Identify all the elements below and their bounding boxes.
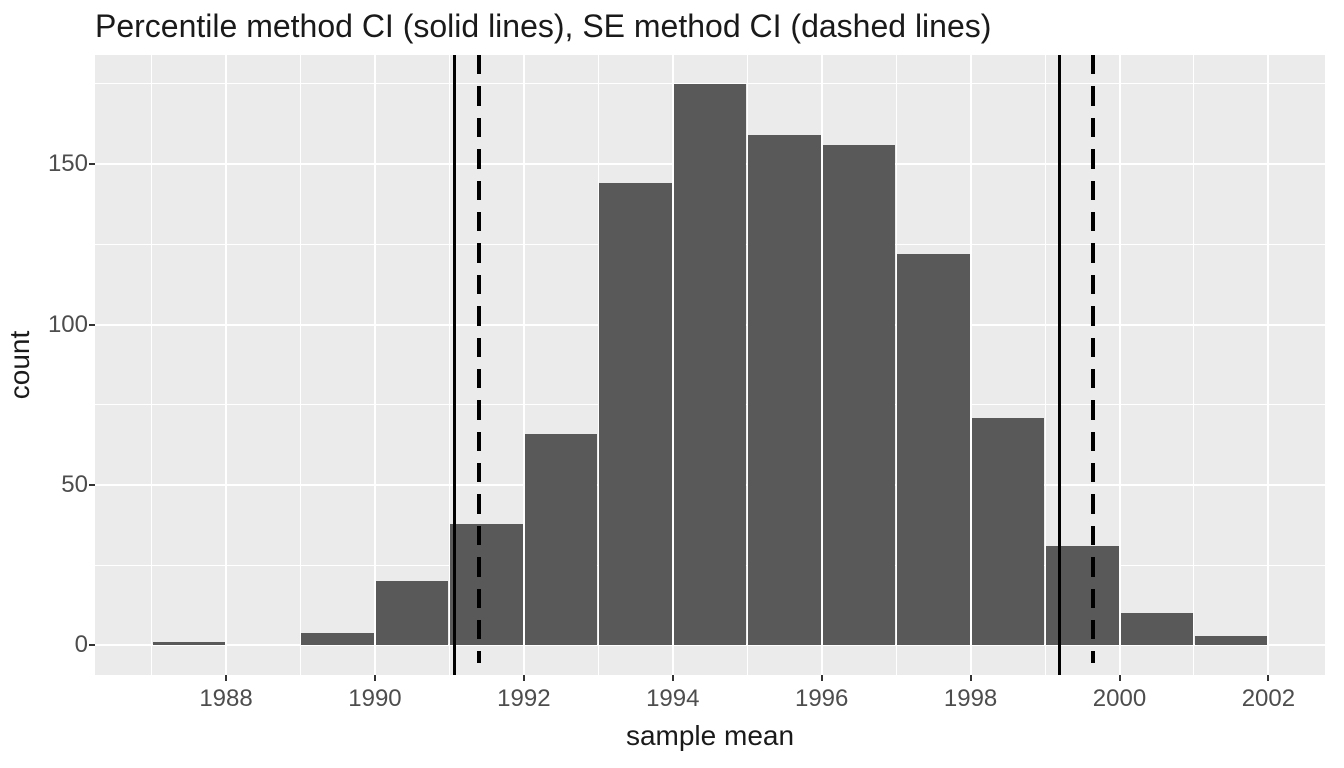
histogram-bar	[1121, 613, 1193, 645]
ci-line-se	[1091, 55, 1095, 675]
chart-title: Percentile method CI (solid lines), SE m…	[95, 8, 991, 45]
x-tick-mark	[821, 675, 823, 681]
y-tick-mark	[89, 163, 95, 165]
x-tick-mark	[970, 675, 972, 681]
gridline-v	[1193, 55, 1194, 675]
chart-container: Percentile method CI (solid lines), SE m…	[0, 0, 1344, 768]
histogram-bar	[897, 254, 969, 646]
histogram-bar	[674, 84, 746, 646]
histogram-bar	[1195, 636, 1267, 646]
histogram-bar	[301, 633, 373, 646]
gridline-v	[225, 55, 227, 675]
y-tick-mark	[89, 484, 95, 486]
x-tick-label: 2002	[1242, 685, 1295, 713]
y-tick-label: 0	[75, 631, 88, 659]
histogram-bar	[972, 418, 1044, 646]
x-tick-label: 1988	[199, 685, 252, 713]
histogram-bar	[376, 581, 448, 645]
ci-line-percentile	[453, 55, 456, 675]
histogram-bar	[823, 145, 895, 646]
y-axis-label: count	[4, 331, 36, 400]
histogram-bar	[525, 434, 597, 646]
x-tick-mark	[374, 675, 376, 681]
ci-line-se	[477, 55, 481, 675]
histogram-bar	[748, 135, 820, 645]
x-tick-mark	[523, 675, 525, 681]
histogram-bar	[599, 183, 671, 645]
x-tick-label: 1996	[795, 685, 848, 713]
plot-panel	[95, 55, 1325, 675]
x-tick-label: 1994	[646, 685, 699, 713]
x-tick-label: 2000	[1093, 685, 1146, 713]
y-tick-label: 150	[48, 150, 88, 178]
x-tick-label: 1990	[348, 685, 401, 713]
y-tick-mark	[89, 644, 95, 646]
y-tick-label: 50	[61, 471, 88, 499]
histogram-bar	[450, 524, 522, 646]
x-tick-label: 1992	[497, 685, 550, 713]
x-tick-mark	[225, 675, 227, 681]
x-axis-label: sample mean	[626, 720, 794, 752]
x-tick-mark	[1119, 675, 1121, 681]
gridline-v	[1119, 55, 1121, 675]
ci-line-percentile	[1058, 55, 1061, 675]
x-tick-mark	[672, 675, 674, 681]
y-tick-mark	[89, 324, 95, 326]
y-tick-label: 100	[48, 311, 88, 339]
histogram-bar	[1046, 546, 1118, 645]
gridline-v	[300, 55, 301, 675]
histogram-bar	[153, 642, 225, 645]
gridline-v	[151, 55, 152, 675]
x-tick-label: 1998	[944, 685, 997, 713]
x-tick-mark	[1267, 675, 1269, 681]
gridline-v	[1267, 55, 1269, 675]
